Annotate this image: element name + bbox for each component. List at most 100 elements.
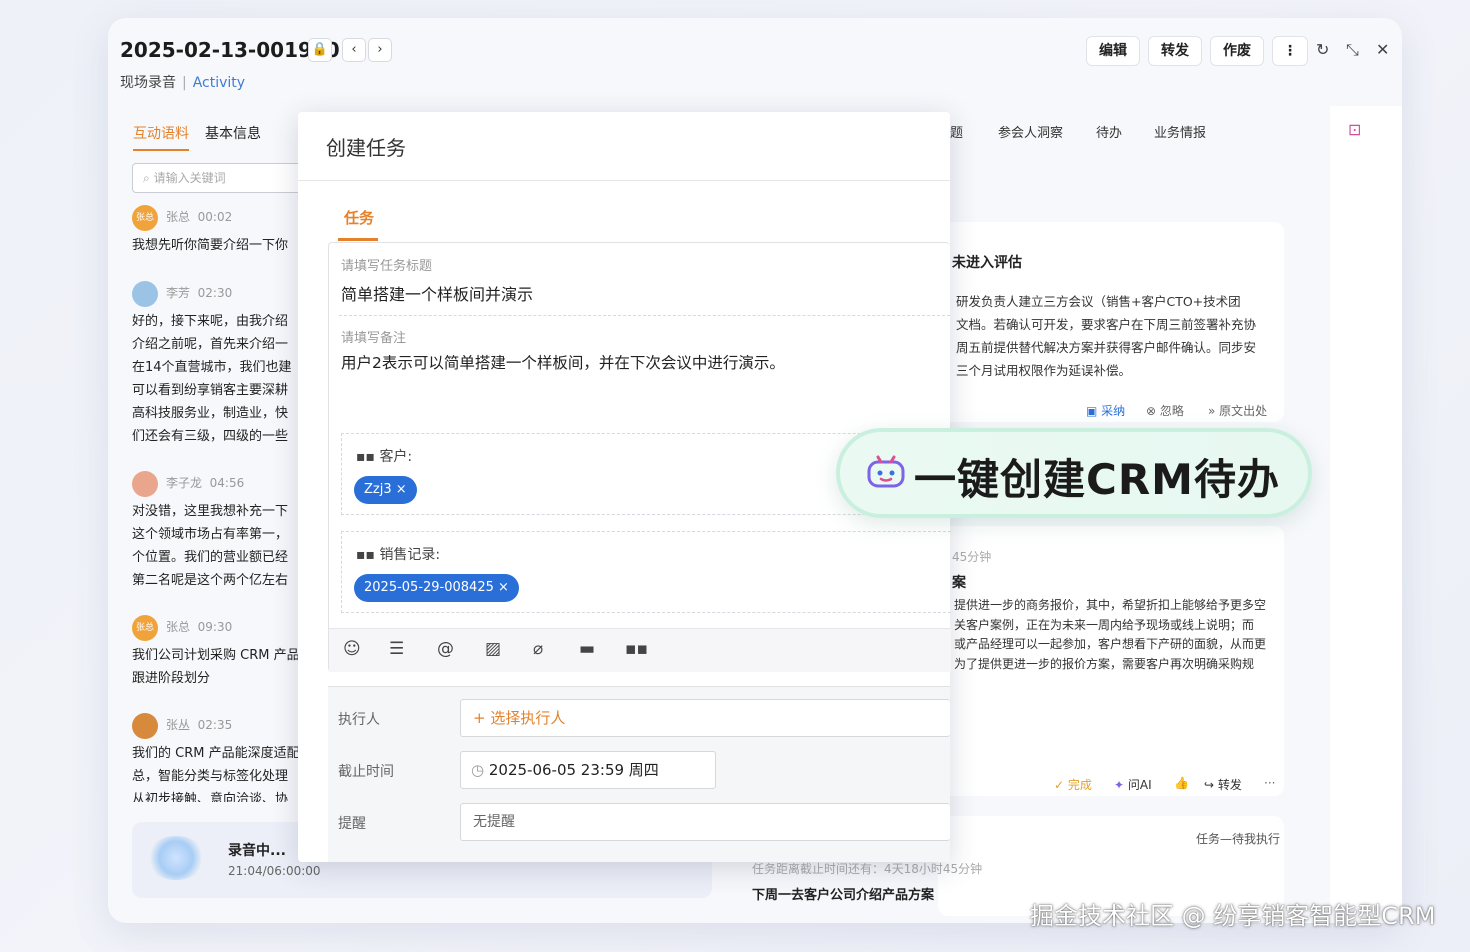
speaker-name: 张丛 xyxy=(166,718,191,732)
waveform-icon xyxy=(146,836,206,880)
sales-record-icon: ▪▪ xyxy=(356,547,380,563)
search-placeholder: 请输入关键词 xyxy=(153,171,226,185)
like-icon[interactable]: 👍 xyxy=(1174,776,1189,790)
timestamp: 09:30 xyxy=(197,620,233,634)
search-icon: ⌕ xyxy=(143,171,150,185)
avatar xyxy=(132,470,158,497)
attachment-icon[interactable]: ⌀ xyxy=(533,639,543,659)
divider xyxy=(298,180,950,181)
close-icon[interactable]: ✕ xyxy=(1376,40,1389,59)
tab-todo[interactable]: 待办 xyxy=(1096,122,1122,141)
mention-icon[interactable]: @ xyxy=(437,639,454,659)
next-button[interactable]: › xyxy=(368,38,392,62)
sparkle-icon: ✦ xyxy=(1114,778,1128,792)
check-icon: ✓ xyxy=(1054,778,1068,792)
reminder-label: 提醒 xyxy=(338,816,366,832)
clock-icon: ◷ xyxy=(471,761,489,779)
robot-icon xyxy=(866,450,906,490)
speaker-name: 李芳 xyxy=(166,286,191,300)
message-text: 我们公司计划采购 CRM 产品 跟进阶段划分 xyxy=(132,648,300,686)
divider xyxy=(339,315,950,316)
done-button[interactable]: ✓ 完成 xyxy=(1054,776,1092,793)
done-label: 完成 xyxy=(1067,778,1092,792)
image-icon[interactable]: ▨ xyxy=(485,639,501,659)
banner-text: 一键创建CRM待办 xyxy=(914,455,1280,504)
more-icon[interactable]: ··· xyxy=(1264,776,1275,790)
refresh-icon[interactable]: ↻ xyxy=(1316,40,1329,59)
message-text: 我想先听你简要介绍一下你 xyxy=(132,238,289,253)
tab-task[interactable]: 任务 xyxy=(344,207,374,228)
object-icon[interactable]: ▪▪ xyxy=(625,639,648,659)
title-placeholder: 请填写任务标题 xyxy=(341,259,433,274)
list-icon[interactable]: ☰ xyxy=(389,639,404,659)
forward-task-button[interactable]: ↪ 转发 xyxy=(1204,776,1242,793)
task-tag: 任务—待我执行 xyxy=(1195,832,1280,846)
breadcrumb-type: 现场录音 xyxy=(120,75,176,91)
ignore-label: 忽略 xyxy=(1159,404,1184,418)
transcript-item[interactable]: 张总 张总 00:02 我想先听你简要介绍一下你 xyxy=(132,204,312,257)
void-button[interactable]: 作废 xyxy=(1210,36,1264,66)
share-icon: ↪ xyxy=(1204,778,1218,792)
transcript-item[interactable]: 张丛 02:35 我们的 CRM 产品能深度适配 总，智能分类与标签化处理 从初… xyxy=(132,712,312,802)
sales-record-field: ▪▪ 销售记录: 2025-05-29-008425 × xyxy=(341,531,951,613)
task-note-input[interactable]: 用户2表示可以简单搭建一个样板间，并在下次会议中进行演示。 xyxy=(341,351,785,373)
dialog-title: 创建任务 xyxy=(326,136,406,160)
tab-underline xyxy=(338,238,378,241)
tab-basic-info[interactable]: 基本信息 xyxy=(205,123,261,143)
sales-record-label: 销售记录: xyxy=(379,547,441,563)
task-settings: 执行人 + 选择执行人 截止时间 ◷ 2025-06-05 23:59 周四 提… xyxy=(328,686,950,862)
deadline-remaining: 任务距离截止时间还有：4天18小时45分钟 xyxy=(752,862,983,876)
task-title-input[interactable]: 简单搭建一个样板间并演示 xyxy=(341,281,533,305)
sales-record-chip[interactable]: 2025-05-29-008425 × xyxy=(354,574,519,602)
message-text: 对没错，这里我想补充一下 这个领域市场占有率第一， 个位置。我们的营业额已经 第… xyxy=(132,504,289,588)
forward-button[interactable]: 转发 xyxy=(1148,36,1202,66)
reminder-select[interactable]: 无提醒 xyxy=(460,803,950,841)
robot-icon[interactable]: ⊡ xyxy=(1348,120,1361,139)
tab-business-intel[interactable]: 业务情报 xyxy=(1154,122,1206,141)
tab-interaction-corpus[interactable]: 互动语料 xyxy=(133,123,189,151)
deadline-label: 截止时间 xyxy=(338,764,394,780)
suggestion-card: 未进入评估 研发负责人建立三方会议（销售+客户CTO+技术团 文档。若确认可开发… xyxy=(938,222,1284,422)
task-title: 下周一去客户公司介绍产品方案 xyxy=(752,888,935,903)
speaker-name: 李子龙 xyxy=(166,476,203,490)
avatar xyxy=(132,712,158,739)
ask-ai-label: 问AI xyxy=(1127,778,1152,792)
deadline-input[interactable]: ◷ 2025-06-05 23:59 周四 xyxy=(460,751,716,789)
card-title: 未进入评估 xyxy=(952,255,1022,271)
collapse-icon[interactable]: ⤡ xyxy=(1346,40,1359,60)
card-icon[interactable]: ▬ xyxy=(579,639,595,659)
breadcrumb-activity[interactable]: Activity xyxy=(193,75,245,91)
prev-button[interactable]: ‹ xyxy=(342,38,366,62)
adopt-button[interactable]: ▣ 采纳 xyxy=(1086,402,1125,419)
emoji-icon[interactable]: ☺ xyxy=(343,639,361,659)
transcript-item[interactable]: 张总 张总 09:30 我们公司计划采购 CRM 产品 跟进阶段划分 xyxy=(132,614,312,690)
customer-chip[interactable]: Zzj3 × xyxy=(354,476,417,504)
transcript-item[interactable]: 李子龙 04:56 对没错，这里我想补充一下 这个领域市场占有率第一， 个位置。… xyxy=(132,470,312,592)
search-input[interactable]: ⌕ 请输入关键词 xyxy=(132,163,322,193)
ignore-button[interactable]: ⊗ 忽略 xyxy=(1146,402,1184,419)
timestamp: 02:30 xyxy=(197,286,233,300)
avatar xyxy=(132,280,158,307)
customer-label: 客户: xyxy=(379,449,413,465)
card-text: 提供进一步的商务报价，其中，希望折扣上能够给予更多空 关客户案例，正在为未来一周… xyxy=(954,598,1267,671)
deadline-value: 2025-06-05 23:59 周四 xyxy=(488,761,659,779)
more-menu-button[interactable]: ⋮ xyxy=(1272,36,1308,66)
edit-button[interactable]: 编辑 xyxy=(1086,36,1140,66)
card-text: 研发负责人建立三方会议（销售+客户CTO+技术团 文档。若确认可开发，要求客户在… xyxy=(956,294,1257,378)
assignee-picker[interactable]: + 选择执行人 xyxy=(460,699,950,737)
transcript-item[interactable]: 李芳 02:30 好的，接下来呢，由我介绍 介绍之前呢，首先来介绍一 在14个直… xyxy=(132,280,312,448)
breadcrumb-sep: | xyxy=(182,75,187,91)
customer-icon: ▪▪ xyxy=(356,449,380,465)
forward-label: 转发 xyxy=(1217,778,1242,792)
timestamp: 00:02 xyxy=(197,210,233,224)
adopt-label: 采纳 xyxy=(1101,404,1126,418)
lock-icon[interactable]: 🔒 xyxy=(308,38,332,62)
timestamp: 04:56 xyxy=(209,476,245,490)
source-button[interactable]: » 原文出处 xyxy=(1208,402,1267,419)
tab-participant-insight[interactable]: 参会人洞察 xyxy=(998,122,1063,141)
tab-topic[interactable]: 题 xyxy=(950,122,963,141)
speaker-name: 张总 xyxy=(166,210,191,224)
card-time: 45分钟 xyxy=(952,550,992,564)
source-label: 原文出处 xyxy=(1219,404,1268,418)
ask-ai-button[interactable]: ✦ 问AI xyxy=(1114,776,1152,793)
